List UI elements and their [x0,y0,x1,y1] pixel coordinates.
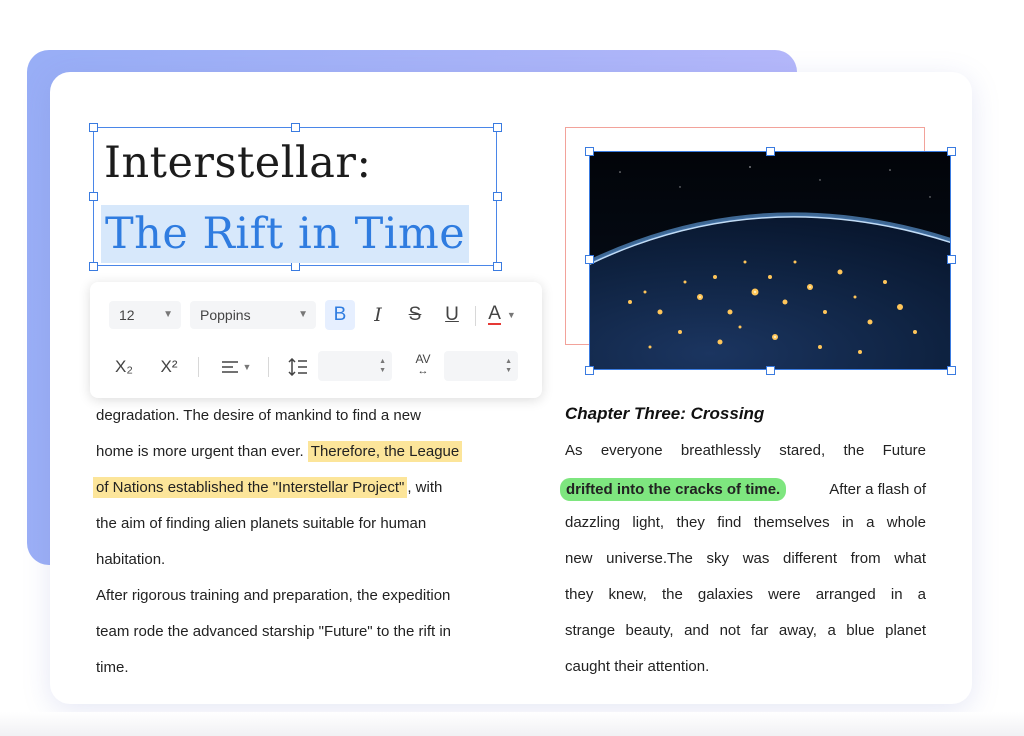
chevron-down-icon: ▼ [163,309,173,320]
font-color-icon: A [488,303,501,325]
text-span: After a flash of [829,481,926,498]
italic-button[interactable]: I [363,300,393,330]
paragraph-line: dazzling light, they find themselves in … [565,514,926,531]
align-button[interactable]: ▼ [216,352,256,382]
chevron-down-icon: ▼ [298,309,308,320]
font-family-select[interactable]: Poppins ▼ [190,301,316,329]
paragraph-line: time. [96,659,129,676]
image-handle-top-right[interactable] [947,147,956,156]
resize-handle-left[interactable] [89,192,98,201]
underline-button[interactable]: U [437,300,467,330]
text-span: , with [407,479,443,496]
resize-handle-top[interactable] [291,123,300,132]
paragraph-line: new universe.The sky was different from … [565,550,926,567]
bold-icon: B [333,304,347,325]
paragraph-line: caught their attention. [565,658,710,675]
superscript-icon: X² [160,357,178,376]
font-color-button[interactable]: A ▼ [482,300,522,330]
toolbar-divider [475,306,476,326]
paragraph-line: they knew, the galaxies were arranged in… [565,586,926,603]
resize-handle-bottom-right[interactable] [493,262,502,271]
double-arrow-icon: ↔ [417,365,429,377]
resize-handle-bottom[interactable] [291,262,300,271]
paragraph-line: drifted into the cracks of time. After a… [560,478,926,501]
font-size-value: 12 [119,307,135,323]
highlighted-text: of Nations established the "Interstellar… [93,477,408,498]
chevron-down-icon: ▼ [506,310,516,320]
earth-image[interactable] [589,151,951,370]
paragraph-line: After rigorous training and preparation,… [96,587,451,604]
paragraph-line: degradation. The desire of mankind to fi… [96,407,421,424]
earth-night-picture [590,152,950,369]
text-span: home is more urgent than ever. [96,443,308,460]
paragraph-line: the aim of finding alien planets suitabl… [96,515,427,532]
resize-handle-top-left[interactable] [89,123,98,132]
paragraph-line: habitation. [96,551,166,568]
resize-handle-top-right[interactable] [493,123,502,132]
image-handle-top-left[interactable] [585,147,594,156]
image-handle-left[interactable] [585,255,594,264]
font-family-value: Poppins [200,307,251,323]
image-handle-top[interactable] [766,147,775,156]
stepper-up-icon[interactable]: ▲ [379,358,386,366]
align-left-icon [221,361,238,373]
chapter-title: Chapter Three: Crossing [565,404,765,423]
superscript-button[interactable]: X² [154,352,184,382]
highlighted-text: Therefore, the League [307,441,463,462]
subscript-button[interactable]: X₂ [109,352,139,382]
font-size-select[interactable]: 12 ▼ [109,301,181,329]
format-toolbar: 12 ▼ Poppins ▼ B I S U A ▼ X₂ X² ▼ ▲ ▼ A… [90,282,542,398]
image-handle-right[interactable] [947,255,956,264]
title-line-1[interactable]: Interstellar: [104,138,371,188]
paragraph-line: home is more urgent than ever. Therefore… [96,441,463,462]
line-spacing-button[interactable] [283,352,313,382]
letter-spacing-button[interactable]: AV ↔ [407,350,439,380]
paragraph-line: As everyone breathlessly stared, the Fut… [565,442,926,459]
chevron-down-icon: ▼ [242,362,252,372]
toolbar-divider [268,357,269,377]
italic-icon: I [374,304,382,326]
line-spacing-icon [288,358,307,376]
image-handle-bottom-right[interactable] [947,366,956,375]
strikethrough-icon: S [408,304,422,325]
title-line-2-selected[interactable]: The Rift in Time [101,205,470,263]
highlighted-text: drifted into the cracks of time. [560,478,787,501]
strikethrough-button[interactable]: S [400,300,430,330]
toolbar-divider [198,357,199,377]
resize-handle-right[interactable] [493,192,502,201]
paragraph-line: team rode the advanced starship "Future"… [96,623,452,640]
bottom-fade [0,712,1024,736]
letter-spacing-icon: AV [415,352,431,366]
subscript-icon: X₂ [115,357,133,376]
stepper-down-icon[interactable]: ▼ [505,367,512,375]
image-handle-bottom-left[interactable] [585,366,594,375]
letter-spacing-stepper[interactable]: ▲ ▼ [444,351,518,381]
resize-handle-bottom-left[interactable] [89,262,98,271]
paragraph-line: of Nations established the "Interstellar… [93,477,443,498]
paragraph-line: strange beauty, and not far away, a blue… [565,622,926,639]
image-handle-bottom[interactable] [766,366,775,375]
bold-button[interactable]: B [325,300,355,330]
underline-icon: U [445,304,459,325]
stepper-down-icon[interactable]: ▼ [379,367,386,375]
stepper-up-icon[interactable]: ▲ [505,358,512,366]
line-spacing-stepper[interactable]: ▲ ▼ [318,351,392,381]
